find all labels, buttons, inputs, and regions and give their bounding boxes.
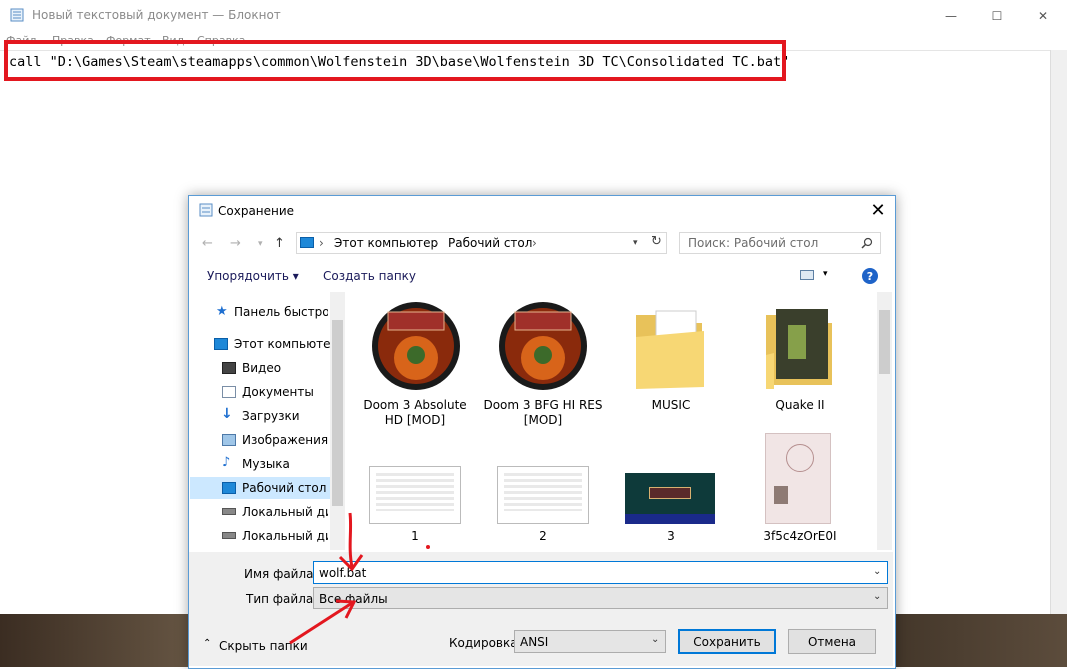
- highlight-box: [4, 40, 786, 81]
- search-placeholder: Поиск: Рабочий стол: [688, 236, 819, 250]
- nav-scrollbar-thumb[interactable]: [332, 320, 343, 506]
- view-options-icon[interactable]: [800, 270, 814, 280]
- refresh-icon[interactable]: ↻: [651, 234, 662, 249]
- computer-icon: [300, 237, 314, 248]
- chevron-down-icon[interactable]: ⌄: [651, 634, 659, 645]
- chevron-down-icon[interactable]: ▾: [823, 269, 828, 279]
- breadcrumb-separator: ›: [532, 236, 537, 250]
- drive-icon: [222, 508, 236, 515]
- up-icon[interactable]: ↑: [274, 236, 285, 251]
- organize-button[interactable]: Упорядочить ▾: [207, 269, 299, 283]
- passport-photo-thumbnail: [765, 433, 831, 524]
- encoding-value[interactable]: ANSI: [520, 635, 548, 649]
- chevron-down-icon[interactable]: ⌄: [873, 591, 881, 602]
- file-label[interactable]: Quake II: [740, 398, 860, 413]
- video-icon: [222, 362, 236, 374]
- maximize-button[interactable]: ☐: [974, 0, 1020, 31]
- file-label[interactable]: 2: [483, 529, 603, 544]
- download-icon: ↓: [221, 406, 233, 422]
- search-icon[interactable]: [861, 237, 873, 249]
- breadcrumb-separator: ›: [319, 236, 324, 250]
- file-label[interactable]: Doom 3 BFG HI RES [MOD]: [483, 398, 603, 428]
- screenshot-thumbnail: [497, 466, 589, 524]
- cancel-button[interactable]: Отмена: [788, 629, 876, 654]
- chevron-down-icon[interactable]: ⌄: [873, 566, 881, 577]
- pictures-icon: [222, 434, 236, 446]
- breadcrumb-computer[interactable]: Этот компьютер: [334, 236, 438, 250]
- notepad-icon: [10, 8, 24, 22]
- minimize-button[interactable]: —: [928, 0, 974, 31]
- breadcrumb-desktop[interactable]: Рабочий стол: [448, 236, 532, 250]
- nav-item-quick-access[interactable]: Панель быстрого доступа: [234, 305, 328, 319]
- notepad-icon: [199, 203, 213, 217]
- dialog-title: Сохранение: [218, 204, 295, 218]
- file-label[interactable]: MUSIC: [611, 398, 731, 413]
- window-title: Новый текстовый документ — Блокнот: [32, 8, 281, 22]
- address-dropdown-icon[interactable]: ▾: [633, 238, 638, 248]
- help-button[interactable]: ?: [862, 268, 878, 284]
- documents-icon: [222, 386, 236, 398]
- doom-icon: [372, 302, 460, 390]
- game-screenshot-thumbnail: [625, 473, 715, 524]
- save-button[interactable]: Сохранить: [678, 629, 776, 654]
- encoding-label: Кодировка:: [449, 636, 522, 650]
- doom-icon: [499, 302, 587, 390]
- chevron-up-icon[interactable]: ⌃: [203, 638, 211, 649]
- recent-locations-icon[interactable]: ▾: [258, 239, 263, 249]
- forward-icon[interactable]: →: [230, 236, 241, 251]
- file-label[interactable]: 3: [611, 529, 731, 544]
- folder-icon: [636, 310, 704, 389]
- folder-icon: [766, 309, 832, 389]
- drive-icon: [222, 532, 236, 539]
- breadcrumb-separator: ›: [434, 236, 439, 250]
- new-folder-button[interactable]: Создать папку: [323, 269, 416, 283]
- file-label[interactable]: 3f5c4zOrE0I: [740, 529, 860, 544]
- star-icon: ★: [216, 304, 228, 319]
- files-scrollbar-thumb[interactable]: [879, 310, 890, 374]
- back-icon[interactable]: ←: [202, 236, 213, 251]
- music-icon: ♪: [222, 455, 231, 470]
- notepad-scrollbar[interactable]: [1050, 50, 1067, 615]
- close-button[interactable]: ✕: [1020, 0, 1066, 31]
- file-label[interactable]: Doom 3 Absolute HD [MOD]: [355, 398, 475, 428]
- computer-icon: [214, 338, 228, 350]
- annotation-arrows: [289, 512, 430, 645]
- desktop-icon: [222, 482, 236, 494]
- dialog-close-button[interactable]: ✕: [866, 198, 890, 222]
